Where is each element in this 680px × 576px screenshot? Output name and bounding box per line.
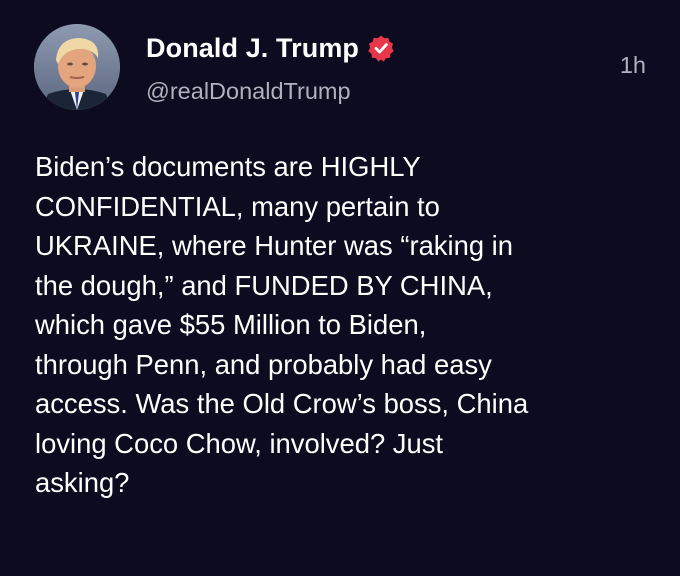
avatar-image bbox=[34, 24, 120, 110]
verified-badge-icon bbox=[367, 34, 395, 62]
post-timestamp[interactable]: 1h bbox=[620, 50, 646, 80]
post-card: Donald J. Trump @realDonaldTrump 1h Bide… bbox=[0, 0, 680, 576]
post-body-text: Biden’s documents are HIGHLY CONFIDENTIA… bbox=[35, 151, 529, 498]
author-avatar[interactable] bbox=[34, 24, 120, 110]
author-name-row: Donald J. Trump bbox=[146, 30, 395, 66]
author-display-name[interactable]: Donald J. Trump bbox=[146, 30, 359, 66]
author-handle[interactable]: @realDonaldTrump bbox=[146, 76, 351, 106]
